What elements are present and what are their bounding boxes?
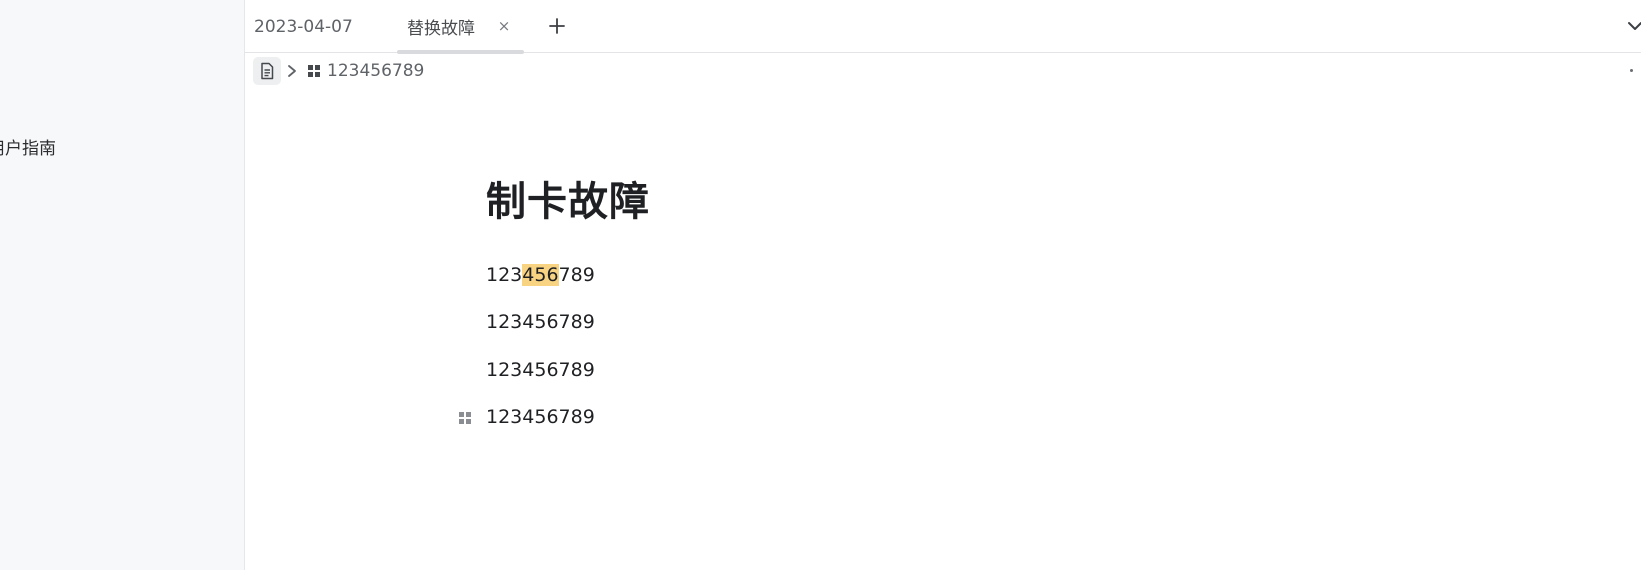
document-icon-svg	[261, 62, 274, 80]
sidebar: 用户指南	[0, 0, 245, 570]
tab-label: 替换故障	[407, 19, 475, 39]
document-title[interactable]: 制卡故障	[486, 170, 1386, 234]
more-options-icon[interactable]	[1630, 69, 1633, 72]
highlighted-text: 456	[522, 263, 559, 286]
chevron-right-icon	[281, 57, 303, 85]
drag-handle-icon[interactable]	[457, 410, 473, 426]
plus-icon[interactable]	[544, 13, 570, 39]
drag-handle-icon-svg	[459, 411, 471, 424]
chevron-right-icon-svg	[288, 65, 296, 77]
tab-replace-fault[interactable]: 替换故障 ×	[397, 0, 524, 54]
paragraph-text: 123456789	[486, 311, 595, 334]
paragraph-block[interactable]: 123456789	[486, 299, 1386, 347]
paragraph-text-before: 123	[486, 263, 523, 286]
tab-label: 2023-04-07	[254, 16, 353, 37]
sidebar-item-label: 用户指南	[0, 138, 56, 159]
paragraph-text: 123456789	[486, 358, 595, 381]
breadcrumb: 123456789	[253, 56, 424, 86]
tab-bar: 2023-04-07 替换故障 ×	[245, 0, 1641, 54]
paragraph-block[interactable]: 123456789	[459, 394, 1386, 442]
plus-icon-svg	[549, 18, 565, 34]
close-icon[interactable]: ×	[495, 17, 513, 35]
tab-2023-04-07[interactable]: 2023-04-07	[254, 0, 353, 53]
document-icon[interactable]	[253, 57, 281, 85]
breadcrumb-block-label[interactable]: 123456789	[327, 61, 424, 81]
paragraph-block[interactable]: 123456789	[486, 346, 1386, 394]
paragraph-text: 123456789	[486, 406, 595, 429]
block-grid-icon	[303, 57, 325, 85]
block-grid-icon-svg	[308, 65, 320, 77]
editor-pane: 2023-04-07 替换故障 × 123456789 制卡故障 123 456…	[245, 0, 1641, 570]
chevron-down-icon[interactable]	[1625, 16, 1641, 36]
paragraph-block[interactable]: 123456789	[486, 251, 1386, 299]
paragraph-text-after: 789	[558, 263, 595, 286]
document-body: 制卡故障 123 456 789 123456789 123456789 12345…	[459, 170, 1386, 442]
sidebar-item-user-guide[interactable]: 用户指南	[0, 134, 56, 159]
chevron-down-icon-svg	[1628, 22, 1641, 30]
